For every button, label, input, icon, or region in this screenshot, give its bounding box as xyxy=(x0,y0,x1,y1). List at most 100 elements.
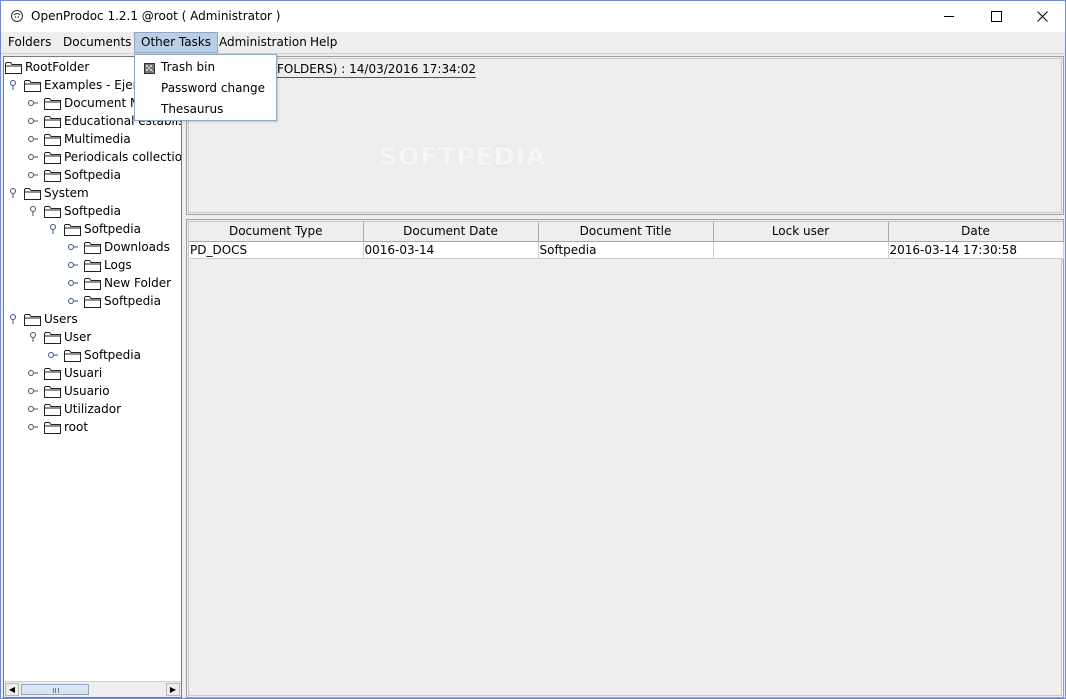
grip-icon xyxy=(53,688,59,693)
trash-icon xyxy=(144,63,155,74)
document-info-panel: FOLDERS) : 14/03/2016 17:34:02 SOFTPEDIA xyxy=(186,56,1064,215)
menu-administration[interactable]: Administration xyxy=(213,32,313,53)
tree-node[interactable]: Multimedia xyxy=(28,130,131,148)
tree-node-label: Softpedia xyxy=(84,222,141,236)
window-title: OpenProdoc 1.2.1 @root ( Administrator ) xyxy=(31,9,281,23)
tree-node-label: Usuario xyxy=(64,384,110,398)
collapsed-node-icon[interactable] xyxy=(28,386,38,396)
tree-node[interactable]: Document M xyxy=(28,94,140,112)
folder-icon xyxy=(5,61,22,74)
tree-node[interactable]: Softpedia xyxy=(68,292,161,310)
tree-node[interactable]: Downloads xyxy=(68,238,170,256)
tree-node[interactable]: Periodicals collection xyxy=(28,148,181,166)
title-bar[interactable]: OpenProdoc 1.2.1 @root ( Administrator ) xyxy=(1,1,1065,32)
maximize-button[interactable] xyxy=(973,1,1019,31)
collapsed-node-icon[interactable] xyxy=(28,422,38,432)
collapsed-node-icon[interactable] xyxy=(28,170,38,180)
cell-document-date: 0016-03-14 xyxy=(362,240,539,259)
tree-node-label: New Folder xyxy=(104,276,172,290)
column-header-date[interactable]: Date xyxy=(887,222,1064,242)
tree-node[interactable]: Usuari xyxy=(28,364,102,382)
column-header-document-title[interactable]: Document Title xyxy=(537,222,714,242)
tree-node[interactable]: New Folder xyxy=(68,274,171,292)
tree-node[interactable]: Softpedia xyxy=(48,220,141,238)
collapsed-node-icon[interactable] xyxy=(28,98,38,108)
minimize-button[interactable] xyxy=(926,1,972,31)
horizontal-scrollbar[interactable]: ◀ ▶ xyxy=(4,681,181,697)
tree-node[interactable]: System xyxy=(8,184,89,202)
tree-node[interactable]: Softpedia xyxy=(28,202,121,220)
tree-node[interactable]: Softpedia xyxy=(48,346,141,364)
maximize-icon xyxy=(990,10,1002,22)
documents-table: Document Type Document Date Document Tit… xyxy=(189,222,1064,259)
documents-table-container: Document Type Document Date Document Tit… xyxy=(188,221,1064,696)
folder-icon xyxy=(84,277,101,290)
collapsed-node-icon[interactable] xyxy=(28,152,38,162)
tree-node[interactable]: root xyxy=(28,418,88,436)
tree-node[interactable]: Logs xyxy=(68,256,132,274)
folder-icon xyxy=(84,259,101,272)
collapsed-node-icon[interactable] xyxy=(68,260,78,270)
collapsed-node-icon[interactable] xyxy=(68,278,78,288)
app-logo-icon xyxy=(11,10,23,22)
menu-item-thesaurus[interactable]: Thesaurus xyxy=(135,99,276,120)
menu-documents[interactable]: Documents xyxy=(57,32,137,53)
menu-folders[interactable]: Folders xyxy=(2,32,57,53)
watermark: SOFTPEDIA xyxy=(379,142,547,171)
scroll-thumb[interactable] xyxy=(21,684,89,695)
column-header-document-date[interactable]: Document Date xyxy=(362,222,539,242)
tree-node[interactable]: RootFolder xyxy=(5,58,89,76)
folder-icon xyxy=(44,403,61,416)
collapsed-node-icon[interactable] xyxy=(28,404,38,414)
collapsed-node-icon[interactable] xyxy=(28,116,38,126)
folder-tree[interactable]: RootFolder Examples - Ejem Document M Educa… xyxy=(3,56,182,698)
tree-node-label: Multimedia xyxy=(64,132,131,146)
tree-node-label: Softpedia xyxy=(64,204,121,218)
folder-icon xyxy=(64,349,81,362)
tree-node-label: Examples - Ejem xyxy=(44,78,145,92)
expanded-node-icon[interactable] xyxy=(8,80,18,90)
table-row[interactable]: PD_DOCS 0016-03-14 Softpedia 2016-03-14 … xyxy=(189,240,1064,259)
expanded-node-icon[interactable] xyxy=(28,206,38,216)
tree-node[interactable]: Usuario xyxy=(28,382,110,400)
expanded-node-icon[interactable] xyxy=(8,314,18,324)
tree-node[interactable]: Users xyxy=(8,310,78,328)
column-header-lock-user[interactable]: Lock user xyxy=(712,222,889,242)
menu-item-label: Password change xyxy=(161,81,266,95)
folder-icon xyxy=(44,133,61,146)
expanded-node-icon[interactable] xyxy=(8,188,18,198)
collapsed-node-icon[interactable] xyxy=(28,134,38,144)
menu-other-tasks[interactable]: Other Tasks xyxy=(134,32,219,53)
menu-item-trash-bin[interactable]: Trash bin xyxy=(135,57,276,78)
collapsed-node-icon[interactable] xyxy=(68,242,78,252)
menu-item-password-change[interactable]: Password change xyxy=(135,78,276,99)
tree-node[interactable]: Examples - Ejem xyxy=(8,76,144,94)
close-icon xyxy=(1036,10,1048,22)
scroll-right-arrow-icon[interactable]: ▶ xyxy=(166,683,180,696)
expanded-node-icon[interactable] xyxy=(48,224,58,234)
close-button[interactable] xyxy=(1019,1,1065,31)
scroll-left-arrow-icon[interactable]: ◀ xyxy=(5,683,19,696)
cell-lock-user xyxy=(712,240,889,259)
menu-help[interactable]: Help xyxy=(304,32,343,53)
tree-node[interactable]: Utilizador xyxy=(28,400,121,418)
tree-node[interactable]: User xyxy=(28,328,91,346)
folder-icon xyxy=(44,385,61,398)
documents-panel: Document Type Document Date Document Tit… xyxy=(186,219,1064,698)
tree-node-label: System xyxy=(44,186,89,200)
folder-icon xyxy=(44,205,61,218)
folder-icon xyxy=(64,223,81,236)
collapsed-node-icon[interactable] xyxy=(28,368,38,378)
collapsed-node-icon[interactable] xyxy=(48,350,58,360)
folder-icon xyxy=(84,241,101,254)
cell-date: 2016-03-14 17:30:58 xyxy=(887,240,1064,259)
tree-node-label: Logs xyxy=(104,258,132,272)
folder-icon xyxy=(24,187,41,200)
tree-node-label: Users xyxy=(44,312,78,326)
collapsed-node-icon[interactable] xyxy=(68,296,78,306)
folder-info-header: FOLDERS) : 14/03/2016 17:34:02 xyxy=(277,62,477,78)
column-header-document-type[interactable]: Document Type xyxy=(189,222,364,242)
tree-node[interactable]: Softpedia xyxy=(28,166,121,184)
folder-icon xyxy=(44,421,61,434)
expanded-node-icon[interactable] xyxy=(28,332,38,342)
